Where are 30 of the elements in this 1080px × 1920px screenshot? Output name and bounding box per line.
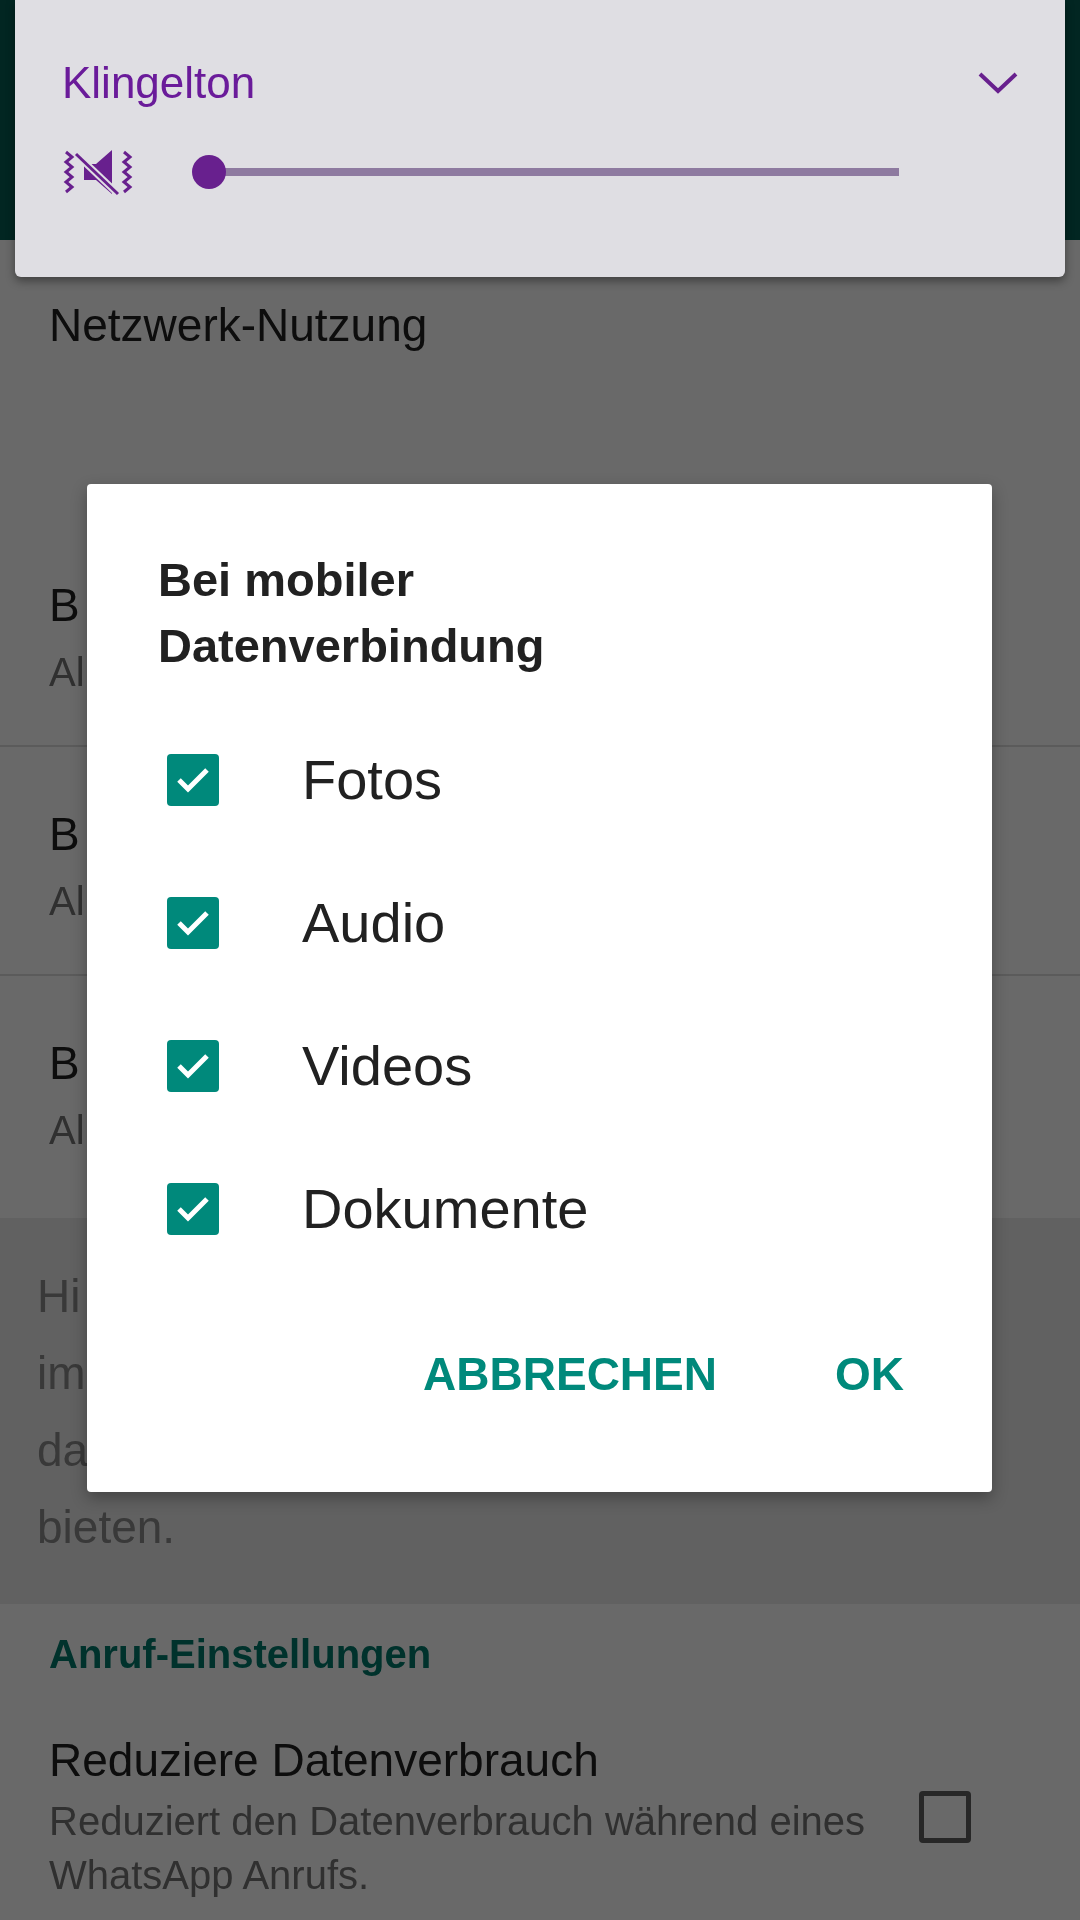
setting-subtitle: Al	[49, 649, 85, 696]
setting-title: B	[49, 1036, 80, 1091]
ok-button[interactable]: OK	[835, 1330, 904, 1418]
checkmark-icon	[176, 1194, 210, 1223]
option-label: Dokumente	[302, 1176, 589, 1241]
volume-title: Klingelton	[62, 57, 256, 109]
setting-title: Netzwerk-Nutzung	[49, 298, 428, 353]
checkmark-icon	[176, 1051, 210, 1080]
setting-title: Reduziere Datenverbrauch	[49, 1733, 599, 1788]
option-label: Videos	[302, 1033, 473, 1098]
checkbox[interactable]	[167, 753, 219, 806]
checkbox[interactable]	[919, 1791, 971, 1843]
section-header: Anruf-Einstellungen	[49, 1631, 432, 1678]
cancel-button[interactable]: ABBRECHEN	[423, 1330, 717, 1418]
setting-subtitle: Al	[49, 878, 85, 925]
dialog-title: Bei mobiler Datenverbindung	[158, 552, 546, 674]
chevron-down-icon[interactable]	[978, 72, 1018, 94]
checkbox[interactable]	[167, 896, 219, 949]
option-label: Audio	[302, 890, 446, 955]
checkbox[interactable]	[167, 1039, 219, 1092]
checkbox[interactable]	[167, 1182, 219, 1235]
muted-speaker-icon[interactable]	[62, 148, 134, 196]
setting-subtitle: Al	[49, 1107, 85, 1154]
setting-subtitle: Reduziert den Datenverbrauch während eines WhatsApp Anrufs.	[49, 1798, 867, 1899]
setting-title: B	[49, 807, 80, 862]
slider-thumb[interactable]	[192, 155, 226, 189]
setting-title: B	[49, 578, 80, 633]
checkmark-icon	[176, 765, 210, 794]
checkmark-icon	[176, 908, 210, 937]
option-label: Fotos	[302, 747, 443, 812]
